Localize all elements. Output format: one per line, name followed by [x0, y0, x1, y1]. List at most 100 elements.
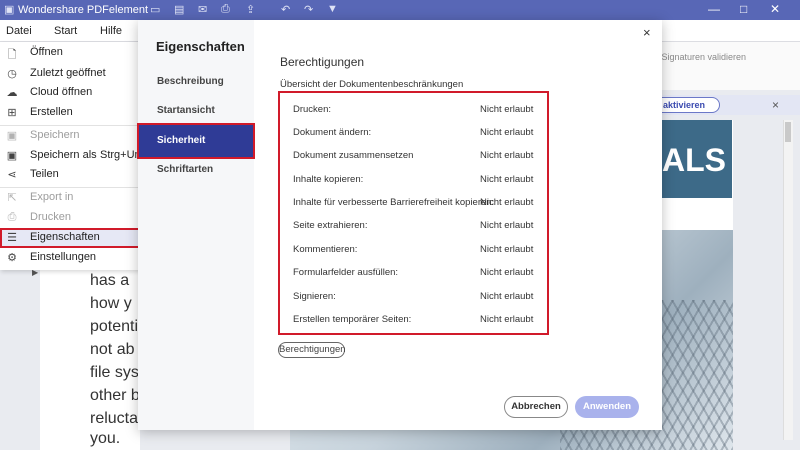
menu-item-print[interactable]: ⎙ Drucken: [0, 208, 140, 228]
dialog-title: Eigenschaften: [156, 39, 245, 54]
permission-value: Nicht erlaubt: [480, 267, 534, 278]
permission-value: Nicht erlaubt: [480, 220, 534, 231]
right-toolbar: [660, 42, 800, 90]
permission-row: Signieren: Nicht erlaubt: [280, 286, 547, 309]
window-close-icon[interactable]: ✕: [770, 2, 780, 16]
save-as-icon: ▣: [6, 150, 18, 162]
plus-icon: ⊞: [7, 107, 17, 119]
title-bar: ▣ Wondershare PDFelement ▭ ▤ ✉ ⎙ ⇪ ↶ ↷ ▼…: [0, 0, 800, 20]
permission-name: Inhalte kopieren:: [293, 174, 364, 185]
permission-row: Seite extrahieren: Nicht erlaubt: [280, 215, 547, 238]
print-icon[interactable]: ⎙: [221, 3, 230, 16]
menu-item-label: Cloud öffnen: [30, 86, 93, 98]
save-icon[interactable]: ▤: [174, 3, 184, 16]
share-icon[interactable]: ⇪: [246, 3, 255, 16]
apply-button[interactable]: Anwenden: [575, 396, 639, 418]
permission-row: Inhalte kopieren: Nicht erlaubt: [280, 169, 547, 192]
menu-item-label: Drucken: [30, 211, 71, 223]
cancel-button[interactable]: Abbrechen: [504, 396, 568, 418]
permission-name: Seite extrahieren:: [293, 220, 368, 231]
document-line: how y: [90, 295, 132, 312]
redo-icon[interactable]: ↷: [304, 3, 313, 16]
permission-name: Formularfelder ausfüllen:: [293, 267, 399, 278]
permission-value: Nicht erlaubt: [480, 127, 534, 138]
menu-item-label: Speichern als: [30, 149, 97, 161]
menu-item-label: Speichern: [30, 129, 80, 141]
tab-label: Schriftarten: [157, 164, 214, 175]
properties-dialog: Eigenschaften Beschreibung Startansicht …: [137, 20, 662, 430]
menu-item-save-as[interactable]: ▣ Speichern als Strg+Um: [0, 146, 144, 166]
menu-item-share[interactable]: ⋖ Teilen: [0, 165, 140, 185]
permission-name: Drucken:: [293, 104, 332, 115]
undo-icon[interactable]: ↶: [281, 3, 290, 16]
close-icon[interactable]: ×: [643, 25, 651, 40]
menu-item-label: Zuletzt geöffnet: [30, 67, 106, 79]
vertical-scrollbar[interactable]: [783, 120, 793, 440]
permission-name: Signieren:: [293, 291, 336, 302]
permissions-button[interactable]: Berechtigungen: [278, 342, 346, 358]
cloud-icon: ☁: [6, 87, 18, 99]
menu-hilfe[interactable]: Hilfe: [100, 25, 122, 37]
permission-row: Erstellen temporärer Seiten: Nicht erlaub…: [280, 309, 547, 332]
file-menu: 🗋 Öffnen ◷ Zuletzt geöffnet ☁ Cloud öffn…: [0, 42, 144, 270]
permission-value: Nicht erlaubt: [480, 197, 534, 208]
document-line: potenti: [90, 318, 139, 335]
permission-row: Kommentieren: Nicht erlaubt: [280, 239, 547, 262]
document-banner: ALS: [660, 120, 732, 198]
permission-value: Nicht erlaubt: [480, 314, 534, 325]
permissions-table: Drucken: Nicht erlaubt Dokument ändern: Ni…: [278, 91, 549, 335]
menu-item-settings[interactable]: ⚙ Einstellungen: [0, 248, 140, 268]
permission-name: Kommentieren:: [293, 244, 358, 255]
quick-access-dropdown-icon[interactable]: ▼: [327, 3, 338, 15]
menu-item-label: Erstellen: [30, 106, 73, 118]
permission-value: Nicht erlaubt: [480, 291, 534, 302]
document-line: file syst: [90, 364, 144, 381]
export-icon: ⇱: [7, 192, 17, 204]
menu-item-export[interactable]: ⇱ Export in: [0, 188, 140, 208]
menu-start[interactable]: Start: [54, 25, 77, 37]
tab-initial-view[interactable]: Startansicht: [138, 94, 254, 128]
tab-label: Startansicht: [157, 105, 215, 116]
permission-row: Dokument zusammensetzen Nicht erlaubt: [280, 145, 547, 168]
menu-item-open[interactable]: 🗋 Öffnen: [0, 43, 140, 63]
permission-value: Nicht erlaubt: [480, 174, 534, 185]
menu-item-create[interactable]: ⊞ Erstellen: [0, 103, 140, 123]
permission-name: Dokument ändern:: [293, 127, 372, 138]
permission-row: Inhalte für verbesserte Barrierefreiheit…: [280, 192, 547, 215]
permission-name: Erstellen temporärer Seiten:: [293, 314, 412, 325]
dialog-sidebar: Eigenschaften Beschreibung Startansicht …: [137, 20, 255, 430]
folder-icon[interactable]: ▭: [150, 3, 160, 16]
mail-icon[interactable]: ✉: [198, 3, 207, 16]
document-line: reluctar: [90, 410, 144, 427]
menu-item-recent[interactable]: ◷ Zuletzt geöffnet: [0, 64, 140, 84]
permission-value: Nicht erlaubt: [480, 104, 534, 115]
menu-item-label: Export in: [30, 191, 74, 203]
document-line: you.: [90, 430, 121, 447]
section-subtitle: Übersicht der Dokumentenbeschränkungen: [280, 79, 464, 90]
permission-name: Dokument zusammensetzen: [293, 150, 414, 161]
share-icon: ⋖: [7, 169, 17, 181]
menu-item-cloud[interactable]: ☁ Cloud öffnen: [0, 83, 140, 103]
app-logo-icon: ▣: [4, 4, 15, 16]
validate-signatures-link[interactable]: lle Signaturen validieren: [650, 52, 746, 62]
permission-row: Dokument ändern: Nicht erlaubt: [280, 122, 547, 145]
menu-item-label: Teilen: [30, 168, 59, 180]
document-line: has a: [90, 272, 130, 289]
maximize-icon[interactable]: □: [740, 2, 747, 16]
menu-item-properties[interactable]: ☰ Eigenschaften: [0, 228, 140, 248]
document-line: not ab: [90, 341, 135, 358]
menu-datei[interactable]: Datei: [6, 25, 32, 37]
menu-item-label: Eigenschaften: [30, 231, 100, 243]
menu-item-save[interactable]: ▣ Speichern: [0, 126, 140, 146]
permission-value: Nicht erlaubt: [480, 150, 534, 161]
section-title: Berechtigungen: [280, 55, 365, 69]
minimize-icon[interactable]: —: [708, 2, 720, 16]
properties-icon: ☰: [7, 232, 17, 244]
notice-close-icon[interactable]: ×: [772, 98, 779, 112]
menu-item-label: Öffnen: [30, 46, 63, 58]
settings-icon: ⚙: [7, 252, 17, 264]
scroll-thumb[interactable]: [785, 122, 791, 142]
save-icon: ▣: [6, 130, 18, 142]
tab-fonts[interactable]: Schriftarten: [138, 153, 254, 187]
banner-text: ALS: [662, 142, 726, 178]
